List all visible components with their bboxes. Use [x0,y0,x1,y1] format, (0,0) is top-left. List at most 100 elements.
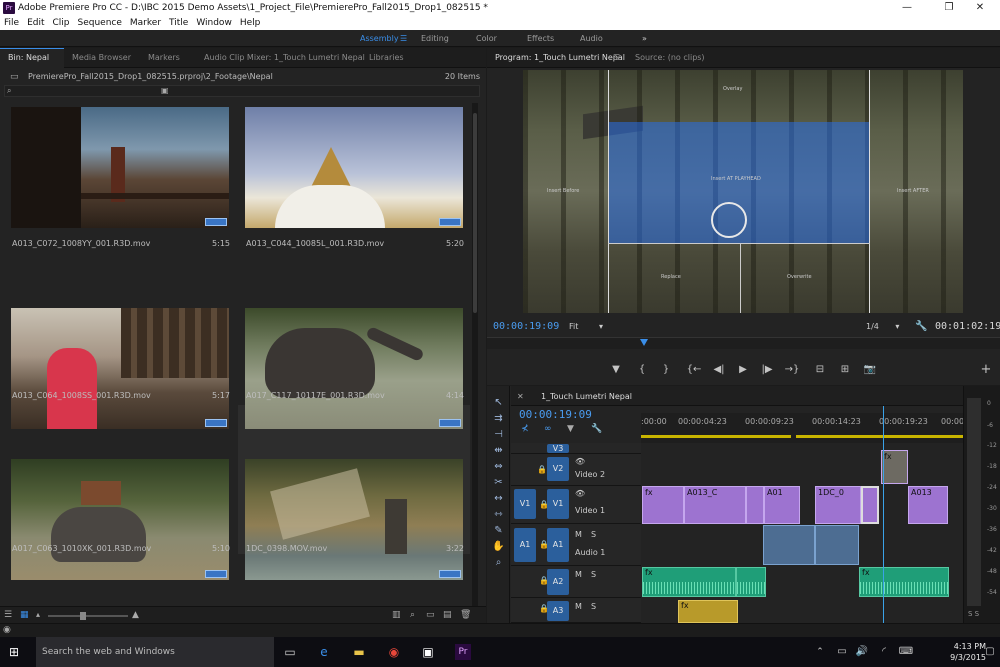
zoom-out-icon[interactable]: ▴ [36,610,40,619]
workspace-color[interactable]: Color [476,34,497,43]
hand-tool-icon[interactable]: ✋ [492,541,505,553]
menu-marker[interactable]: Marker [130,16,161,30]
bin-folder-icon[interactable]: ▭ [10,72,19,82]
settings-icon[interactable]: 🔧 [591,424,602,434]
tab-audio-clip-mixer[interactable]: Audio Clip Mixer: 1_Touch Lumetri Nepal [204,53,365,62]
target-v1[interactable]: V1 [547,489,569,519]
new-search-bin-icon[interactable]: ▣ [161,86,169,95]
chrome-icon[interactable]: ◉ [386,644,402,660]
step-forward-button[interactable]: |▶ [759,364,775,375]
step-back-button[interactable]: ◀| [711,364,727,375]
close-button[interactable]: ✕ [960,1,1000,15]
menu-help[interactable]: Help [240,16,261,30]
linked-selection-icon[interactable]: ∞ [544,424,552,434]
export-frame-button[interactable]: 📷 [862,364,878,375]
razor-tool-icon[interactable]: ✂ [492,477,505,489]
zoom-in-icon[interactable]: ▲ [132,610,139,620]
clip-a2[interactable]: fx [642,567,736,597]
solo-button[interactable]: S [591,602,596,611]
clip-a3[interactable]: fx [678,600,738,623]
target-v2[interactable]: V2 [547,457,569,481]
menu-window[interactable]: Window [196,16,232,30]
pen-tool-icon[interactable]: ✎ [492,525,505,537]
trash-icon[interactable]: 🗑 [460,610,471,620]
find-icon[interactable]: ⌕ [410,610,415,620]
edge-icon[interactable]: e [316,644,332,660]
keyboard-icon[interactable]: ⌨ [898,644,914,660]
tab-bin-nepal[interactable]: Bin: Nepal [8,53,49,62]
wrench-icon[interactable]: 🔧 [915,321,927,332]
selection-tool-icon[interactable]: ↖ [492,397,505,409]
solo-button[interactable]: S [591,530,596,539]
go-to-in-button[interactable]: {← [686,364,702,375]
mute-button[interactable]: M [575,602,582,611]
clip-v1[interactable]: A013 [908,486,948,524]
target-a2[interactable]: A2 [547,569,569,595]
clip-a1[interactable] [763,525,815,565]
status-eye-icon[interactable]: ◉ [3,625,11,635]
target-a3[interactable]: A3 [547,601,569,621]
source-patch-v1[interactable]: V1 [514,489,536,519]
start-icon[interactable]: ⊞ [6,644,22,660]
track-select-tool-icon[interactable]: ⇉ [492,413,505,425]
mark-out-button[interactable]: } [658,364,674,375]
eye-icon[interactable]: 👁 [575,457,585,466]
panel-menu-icon[interactable]: ☰ [613,53,620,62]
program-time-ruler[interactable] [487,337,1000,349]
store-icon[interactable]: ▣ [420,644,436,660]
zoom-level-select[interactable]: Fit ▾ [569,322,603,331]
menu-sequence[interactable]: Sequence [78,16,122,30]
playback-resolution-select[interactable]: 1/4 ▾ [866,322,899,331]
menu-file[interactable]: File [4,16,19,30]
clip-a2[interactable] [736,567,766,597]
target-a1[interactable]: A1 [547,528,569,562]
notifications-icon[interactable]: ▢ [982,644,998,660]
thumbnail-zoom-slider[interactable] [48,612,128,620]
list-view-icon[interactable]: ☰ [4,610,12,620]
target-v3[interactable]: V3 [547,444,569,453]
clip-thumbnail-4[interactable] [245,308,463,429]
workspace-assembly[interactable]: Assembly [360,34,399,43]
workspace-menu-icon[interactable]: ☰ [400,34,407,43]
timeline-playhead[interactable] [883,406,884,623]
icon-view-icon[interactable]: ▦ [20,610,29,620]
tab-source[interactable]: Source: (no clips) [635,53,705,62]
tab-media-browser[interactable]: Media Browser [72,53,131,62]
tab-sequence[interactable]: 1_Touch Lumetri Nepal [541,392,632,401]
menu-clip[interactable]: Clip [53,16,70,30]
network-icon[interactable]: ▭ [834,644,850,660]
lift-button[interactable]: ⊟ [812,364,828,375]
add-marker-button[interactable]: ▼ [608,364,624,375]
extract-button[interactable]: ⊞ [837,364,853,375]
clip-thumbnail-6[interactable] [245,459,463,580]
work-area-bar[interactable] [796,435,963,438]
slide-tool-icon[interactable]: ⇿ [492,509,505,521]
close-tab-icon[interactable]: ✕ [517,392,524,401]
go-to-out-button[interactable]: →} [784,364,800,375]
solo-button[interactable]: S [591,570,596,579]
clip-thumbnail-5[interactable] [11,459,229,580]
eye-icon[interactable]: 👁 [575,489,585,498]
file-explorer-icon[interactable]: ▬ [351,644,367,660]
clip-thumbnail-2[interactable] [245,107,463,228]
workspace-audio[interactable]: Audio [580,34,603,43]
clip-v1[interactable]: fx [642,486,684,524]
bin-search-input[interactable]: ⌕ ▣ [4,85,480,97]
mute-button[interactable]: M [575,570,582,579]
clip-v1[interactable]: A01 [764,486,800,524]
timeline-timecode[interactable]: 00:00:19:09 [519,408,592,421]
volume-icon[interactable]: 🔊 [854,644,870,660]
taskbar-search-input[interactable]: Search the web and Windows [36,637,274,667]
premiere-taskbar-icon[interactable]: Pr [455,644,471,660]
source-patch-a1[interactable]: A1 [514,528,536,562]
clip-a2[interactable]: fx [859,567,949,597]
rate-stretch-tool-icon[interactable]: ⇔ [492,461,505,473]
ripple-edit-tool-icon[interactable]: ⊣ [492,429,505,441]
task-view-icon[interactable]: ▭ [282,644,298,660]
bin-scrollbar[interactable] [472,103,478,608]
snap-icon[interactable]: ⊀ [521,424,529,434]
slip-tool-icon[interactable]: ↔ [492,493,505,505]
clip-a1[interactable] [815,525,859,565]
mark-in-button[interactable]: { [634,364,650,375]
chevron-up-icon[interactable]: ⌃ [812,644,828,660]
